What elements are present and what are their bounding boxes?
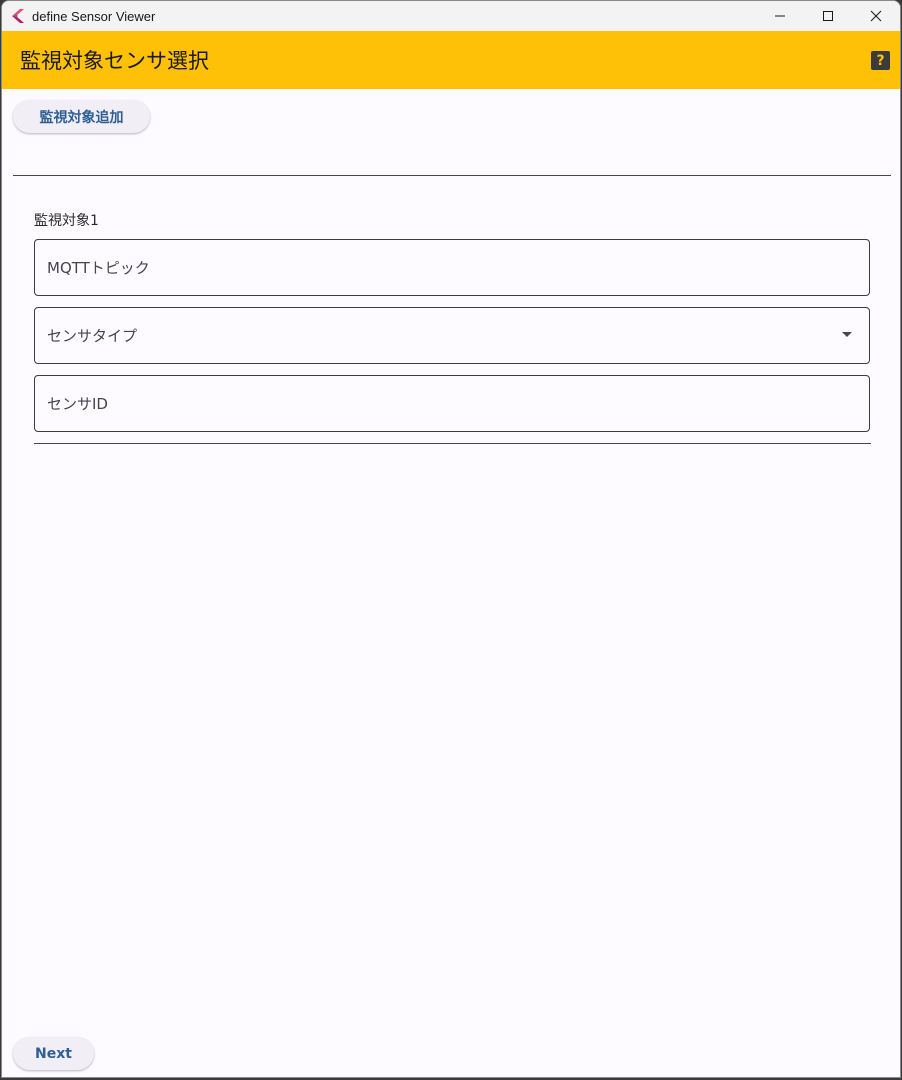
minimize-button[interactable]: [756, 1, 804, 31]
maximize-icon: [823, 11, 833, 21]
divider: [34, 443, 871, 444]
app-window: define Sensor Viewer 監視対象センサ選択 ? 監視対象追加 …: [1, 0, 901, 1078]
sensor-id-placeholder: センサID: [47, 395, 108, 413]
title-bar[interactable]: define Sensor Viewer: [2, 1, 900, 31]
sensor-id-field[interactable]: センサID: [34, 375, 870, 432]
next-button[interactable]: Next: [13, 1037, 94, 1070]
maximize-button[interactable]: [804, 1, 852, 31]
divider: [13, 175, 891, 176]
flutter-icon: [12, 9, 24, 23]
app-bar: 監視対象センサ選択 ?: [2, 31, 900, 89]
mqtt-topic-field[interactable]: MQTTトピック: [34, 239, 870, 296]
close-button[interactable]: [852, 1, 900, 31]
close-icon: [870, 10, 882, 22]
add-target-button[interactable]: 監視対象追加: [13, 100, 150, 133]
window-title: define Sensor Viewer: [32, 8, 156, 24]
target-label: 監視対象1: [34, 213, 99, 229]
dropdown-arrow-icon: [842, 332, 852, 337]
sensor-type-dropdown[interactable]: センサタイプ: [34, 307, 870, 364]
window-controls: [756, 1, 900, 31]
sensor-type-placeholder: センサタイプ: [47, 327, 138, 345]
mqtt-topic-placeholder: MQTTトピック: [47, 259, 150, 277]
minimize-icon: [775, 15, 785, 17]
help-icon[interactable]: ?: [871, 51, 890, 70]
page-title: 監視対象センサ選択: [20, 49, 209, 73]
